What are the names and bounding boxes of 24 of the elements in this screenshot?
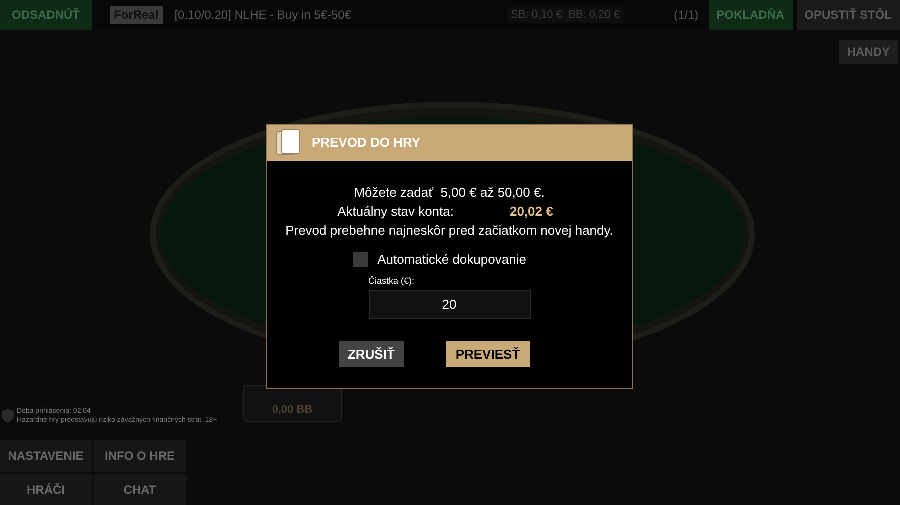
range-text: Môžete zadať 5,00 € až 50,00 €. [354,184,545,202]
shield-icon [2,409,14,423]
table-info: [0.10/0.20] NLHE - Buy in 5€-50€ [174,7,352,24]
transfer-note: Prevod prebehne najneskôr pred začiatkom novej handy. [286,222,614,240]
amount-field[interactable]: 20 [368,290,530,319]
cancel-button[interactable]: ZRUŠIŤ [338,341,404,367]
cashier-button[interactable]: POKLADŇA [708,0,793,30]
hands-button[interactable]: HANDY [839,40,898,64]
menu-button[interactable]: NASTAVENIE [0,440,92,472]
sit-out-button[interactable]: ODSADNÚŤ [0,0,92,30]
menu-button[interactable]: CHAT [94,474,186,505]
amount-label: Čiastka (€): [368,275,416,287]
menu-button[interactable]: INFO O HRE [94,440,186,472]
menu-button[interactable]: HRÁČI [0,474,92,505]
table-count: (1/1) [674,7,699,24]
balance-label: Aktuálny stav konta: [338,203,454,221]
cards-icon [276,129,302,157]
checkbox[interactable] [352,252,368,267]
dialog-title: PREVOD DO HRY [312,134,421,152]
confirm-button[interactable]: PREVIESŤ [446,341,530,367]
balance-value: 20,02 € [510,203,554,221]
leave-table-button[interactable]: OPUSTIŤ STÔL [796,0,900,30]
stack-amount: 0,00 BB [272,402,313,418]
checkbox-label: Automatické dokupovanie [378,251,526,269]
